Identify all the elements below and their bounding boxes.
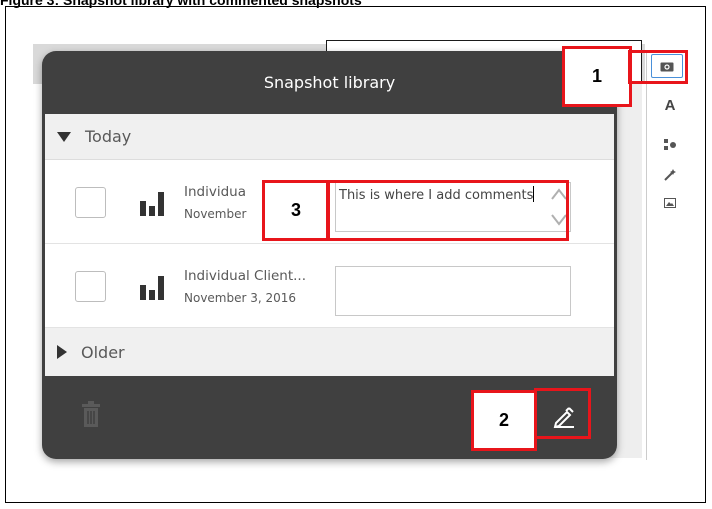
bar-chart-icon	[140, 192, 164, 216]
callout-1-label: 1	[591, 66, 602, 86]
expand-triangle-icon	[57, 131, 71, 142]
collapse-triangle-icon	[57, 345, 67, 359]
image-tool[interactable]	[647, 191, 693, 215]
dialog-title: Snapshot library	[263, 73, 396, 92]
callout-2-label: 2	[498, 410, 509, 430]
callout-3-label: 3	[290, 200, 301, 220]
snapshot-checkbox[interactable]	[75, 187, 106, 218]
shapes-icon	[664, 139, 676, 150]
shapes-tool[interactable]	[647, 133, 693, 157]
magic-wand-icon	[664, 169, 676, 181]
section-older-label: Older	[81, 342, 125, 362]
trash-icon[interactable]	[80, 401, 102, 427]
snapshot-title: Individua	[184, 184, 246, 200]
callout-3-extension	[326, 180, 569, 241]
snapshot-row[interactable]: Individual Client... November 3, 2016	[45, 244, 614, 328]
section-today-label: Today	[85, 127, 132, 146]
text-tool[interactable]: A	[647, 93, 693, 117]
section-today[interactable]: Today	[45, 114, 614, 160]
snapshot-checkbox[interactable]	[75, 271, 106, 302]
callout-3: 3	[262, 180, 330, 241]
image-icon	[664, 198, 676, 208]
snapshot-list: Today Individua November This is where I…	[45, 114, 614, 376]
snapshot-title: Individual Client...	[184, 268, 306, 284]
callout-1: 1	[562, 46, 632, 107]
section-older[interactable]: Older	[45, 328, 614, 376]
bar-chart-icon	[140, 276, 164, 300]
snapshot-date: November	[184, 207, 247, 221]
text-icon: A	[664, 96, 676, 114]
snapshot-date: November 3, 2016	[184, 291, 297, 305]
right-toolbar: A	[646, 52, 692, 460]
callout-1-extension	[628, 50, 688, 84]
callout-2: 2	[471, 390, 537, 451]
magic-wand-tool[interactable]	[647, 163, 693, 187]
comment-input[interactable]	[335, 266, 571, 316]
callout-2-extension	[534, 388, 591, 439]
